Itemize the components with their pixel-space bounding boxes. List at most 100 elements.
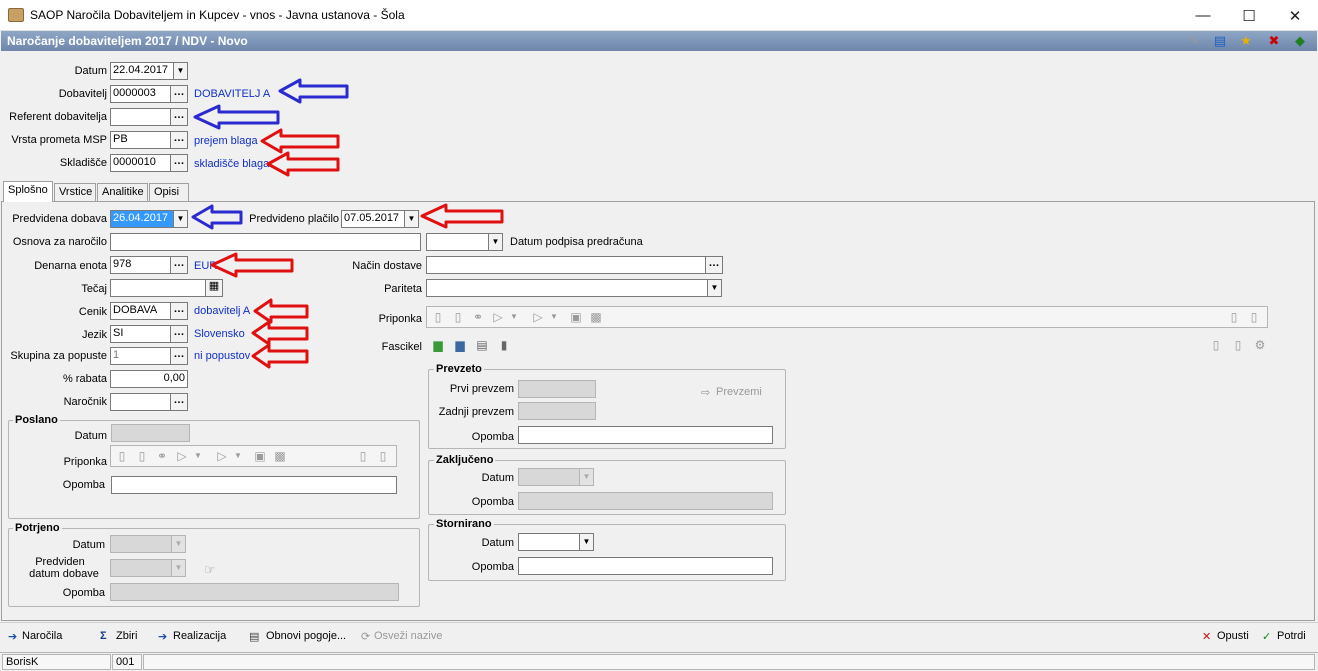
edit-document-icon[interactable]: ▯: [451, 310, 465, 324]
archive-icon[interactable]: ▤: [475, 338, 489, 352]
chevron-down-icon[interactable]: ▼: [404, 210, 419, 228]
form-caption: Naročanje dobaviteljem 2017 / NDV - Novo: [1, 31, 1317, 51]
chevron-down-icon[interactable]: ▼: [507, 310, 521, 324]
new-document-icon[interactable]: ▯: [431, 310, 445, 324]
skladisce-field[interactable]: 0000010: [110, 154, 171, 172]
copy-icon[interactable]: ▯: [356, 449, 370, 463]
export-icon[interactable]: ▷: [531, 310, 545, 324]
chevron-down-icon[interactable]: ▼: [191, 449, 205, 463]
referent-browse-button[interactable]: …: [170, 108, 188, 126]
grid-icon[interactable]: ▤: [1212, 33, 1228, 49]
stornirano-opomba-field[interactable]: [518, 557, 773, 575]
chevron-down-icon[interactable]: ▼: [547, 310, 561, 324]
vrsta-browse-button[interactable]: …: [170, 131, 188, 149]
predvidena-dobava-label: Predvidena dobava: [12, 213, 107, 225]
chevron-down-icon[interactable]: ▼: [488, 233, 503, 251]
edit-icon[interactable]: ✎: [1186, 33, 1202, 49]
tab-analitike[interactable]: Analitike: [97, 183, 148, 202]
chevron-down-icon[interactable]: ▼: [231, 449, 245, 463]
copy-icon[interactable]: ▯: [1209, 338, 1223, 352]
opusti-button[interactable]: Opusti: [1217, 630, 1249, 642]
close-button[interactable]: ✕: [1272, 0, 1318, 31]
datum-field[interactable]: 22.04.2017: [110, 62, 174, 80]
zadnji-prevzem-label: Zadnji prevzem: [438, 406, 514, 418]
datum-podpisa-field[interactable]: [426, 233, 489, 251]
vrsta-field[interactable]: PB: [110, 131, 171, 149]
skladisce-browse-button[interactable]: …: [170, 154, 188, 172]
jezik-field[interactable]: SI: [110, 325, 171, 343]
predvidena-dobava-field[interactable]: 26.04.2017: [110, 210, 174, 228]
potrjeno-opomba-field: [110, 583, 399, 601]
cenik-browse-button[interactable]: …: [170, 302, 188, 320]
maximize-button[interactable]: ☐: [1226, 0, 1272, 31]
potrdi-button[interactable]: Potrdi: [1277, 630, 1306, 642]
potrjeno-datum-field: [110, 535, 172, 553]
dobavitelj-browse-button[interactable]: …: [170, 85, 188, 103]
chevron-down-icon[interactable]: ▼: [707, 279, 722, 297]
paste-icon[interactable]: ▯: [1247, 310, 1261, 324]
chevron-down-icon[interactable]: ▼: [173, 62, 188, 80]
cenik-field[interactable]: DOBAVA: [110, 302, 171, 320]
edit-document-icon[interactable]: ▯: [135, 449, 149, 463]
help-icon[interactable]: ◆: [1292, 33, 1308, 49]
denarna-browse-button[interactable]: …: [170, 256, 188, 274]
link-icon[interactable]: ⚭: [155, 449, 169, 463]
stornirano-datum-field[interactable]: [518, 533, 580, 551]
scan-icon[interactable]: ▣: [569, 310, 583, 324]
link-icon[interactable]: ⚭: [471, 310, 485, 324]
add-folder-icon[interactable]: ▆: [431, 338, 445, 352]
rabat-field[interactable]: 0,00: [110, 370, 188, 388]
obnovi-pogoje-button[interactable]: Obnovi pogoje...: [266, 630, 346, 642]
poslano-title: Poslano: [13, 414, 60, 426]
predvideno-placilo-field[interactable]: 07.05.2017: [341, 210, 405, 228]
narocila-button[interactable]: Naročila: [22, 630, 62, 642]
import-icon[interactable]: ▷: [491, 310, 505, 324]
referent-field[interactable]: [110, 108, 171, 126]
minimize-button[interactable]: —: [1180, 0, 1226, 31]
narocnik-field[interactable]: [110, 393, 171, 411]
paste-icon[interactable]: ▯: [376, 449, 390, 463]
jezik-desc: Slovensko: [194, 328, 245, 340]
delete-icon[interactable]: ✖: [1266, 33, 1282, 49]
nacin-field[interactable]: [426, 256, 706, 274]
jezik-browse-button[interactable]: …: [170, 325, 188, 343]
prevzemi-button[interactable]: Prevzemi: [716, 386, 762, 398]
tecaj-field[interactable]: [110, 279, 206, 297]
skupina-field[interactable]: 1: [110, 347, 171, 365]
chevron-down-icon[interactable]: ▼: [579, 533, 594, 551]
move-icon[interactable]: ▯: [1231, 338, 1245, 352]
calculator-icon[interactable]: ▦: [205, 279, 223, 297]
zbiri-button[interactable]: Zbiri: [116, 630, 137, 642]
tab-vrstice[interactable]: Vrstice: [54, 183, 96, 202]
datum-label: Datum: [74, 65, 107, 77]
denarna-field[interactable]: 978: [110, 256, 171, 274]
narocnik-browse-button[interactable]: …: [170, 393, 188, 411]
new-document-icon[interactable]: ▯: [115, 449, 129, 463]
copy-icon[interactable]: ▯: [1227, 310, 1241, 324]
skupina-browse-button[interactable]: …: [170, 347, 188, 365]
dobavitelj-field[interactable]: 0000003: [110, 85, 171, 103]
realizacija-button[interactable]: Realizacija: [173, 630, 226, 642]
import-icon[interactable]: ▷: [175, 449, 189, 463]
lock-icon[interactable]: ▩: [589, 310, 603, 324]
tab-splosno[interactable]: Splošno: [3, 181, 53, 202]
chevron-down-icon[interactable]: ▼: [173, 210, 188, 228]
osvezi-nazive-button[interactable]: Osveži nazive: [374, 630, 442, 642]
poslano-opomba-field[interactable]: [111, 476, 397, 494]
folder-icon[interactable]: ▆: [453, 338, 467, 352]
potrjeno-datum-dobave-label: datum dobave: [29, 568, 99, 580]
settings-icon[interactable]: ⚙: [1253, 338, 1267, 352]
scan-icon[interactable]: ▣: [253, 449, 267, 463]
star-icon[interactable]: ★: [1238, 33, 1254, 49]
osnova-field[interactable]: [110, 233, 421, 251]
prevzeto-opomba-field[interactable]: [518, 426, 773, 444]
nacin-browse-button[interactable]: …: [705, 256, 723, 274]
priponka-toolbar: ▯ ▯ ⚭ ▷ ▼ ▷ ▼ ▣ ▩ ▯ ▯: [426, 306, 1268, 328]
potrjeno-datum-label: Datum: [72, 539, 105, 551]
tab-opisi[interactable]: Opisi: [149, 183, 189, 202]
lock-icon[interactable]: ▩: [273, 449, 287, 463]
pariteta-field[interactable]: [426, 279, 708, 297]
export-icon[interactable]: ▷: [215, 449, 229, 463]
hand-pointer-icon[interactable]: ☞: [204, 562, 216, 578]
binder-icon[interactable]: ▮: [497, 338, 511, 352]
